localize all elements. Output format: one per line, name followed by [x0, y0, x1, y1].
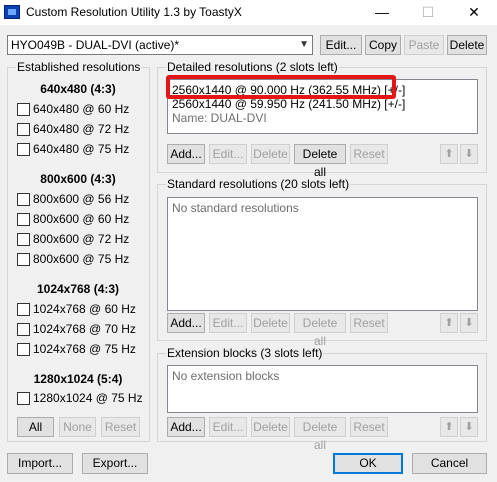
- import-button[interactable]: Import...: [7, 453, 73, 474]
- checkbox[interactable]: [17, 123, 30, 136]
- established-reset-button: Reset: [101, 417, 140, 437]
- detailed-delete-button: Delete: [251, 144, 290, 164]
- detailed-resolutions-title: Detailed resolutions (2 slots left): [166, 60, 339, 74]
- extension-blocks-group: Extension blocks (3 slots left) No exten…: [157, 346, 487, 452]
- detailed-edit-button: Edit...: [209, 144, 247, 164]
- checkbox[interactable]: [17, 392, 30, 405]
- delete-monitor-button[interactable]: Delete: [447, 35, 487, 55]
- monitor-select[interactable]: HYO049B - DUAL-DVI (active)* ▼: [7, 35, 313, 55]
- extension-delete-all-button: Delete all: [294, 417, 346, 452]
- extension-blocks-list[interactable]: No extension blocks: [167, 365, 478, 413]
- move-up-icon: ⬆: [440, 313, 458, 333]
- checkbox[interactable]: [17, 233, 30, 246]
- move-up-icon: ⬆: [440, 144, 458, 164]
- checkbox[interactable]: [17, 253, 30, 266]
- standard-add-button[interactable]: Add...: [167, 313, 205, 333]
- detailed-delete-all-button[interactable]: Delete all: [294, 144, 346, 179]
- standard-reset-button: Reset: [350, 313, 388, 333]
- edit-monitor-button[interactable]: Edit...: [320, 35, 362, 55]
- move-down-icon: ⬇: [460, 144, 478, 164]
- extension-edit-button: Edit...: [209, 417, 247, 437]
- extension-blocks-title: Extension blocks (3 slots left): [166, 346, 324, 360]
- detailed-reset-button: Reset: [350, 144, 388, 164]
- move-up-icon: ⬆: [440, 417, 458, 437]
- standard-delete-button: Delete: [251, 313, 290, 333]
- extension-delete-button: Delete: [251, 417, 290, 437]
- export-button[interactable]: Export...: [82, 453, 148, 474]
- standard-resolutions-list[interactable]: No standard resolutions: [167, 197, 478, 311]
- window-title: Custom Resolution Utility 1.3 by ToastyX: [26, 5, 242, 19]
- extension-add-button[interactable]: Add...: [167, 417, 205, 437]
- checkbox[interactable]: [17, 323, 30, 336]
- monitor-select-value: HYO049B - DUAL-DVI (active)*: [11, 38, 180, 52]
- copy-button[interactable]: Copy: [365, 35, 401, 55]
- standard-resolutions-group: Standard resolutions (20 slots left) No …: [157, 177, 487, 348]
- established-resolutions-title: Established resolutions: [16, 60, 142, 74]
- empty-list-text: No standard resolutions: [172, 201, 299, 215]
- paste-button: Paste: [404, 35, 444, 55]
- group-heading-640x480: 640x480 (4:3): [40, 82, 116, 96]
- group-heading-800x600: 800x600 (4:3): [40, 172, 116, 186]
- minimize-button[interactable]: —: [359, 0, 405, 25]
- cancel-button[interactable]: Cancel: [412, 453, 487, 474]
- select-all-button[interactable]: All: [17, 417, 54, 437]
- empty-list-text: No extension blocks: [172, 369, 280, 383]
- standard-delete-all-button: Delete all: [294, 313, 346, 348]
- group-heading-1024x768: 1024x768 (4:3): [36, 282, 120, 296]
- checkbox[interactable]: [17, 143, 30, 156]
- list-item[interactable]: Name: DUAL-DVI: [172, 111, 267, 125]
- ok-button[interactable]: OK: [333, 453, 403, 474]
- chevron-down-icon: ▼: [299, 39, 309, 50]
- checkbox[interactable]: [17, 213, 30, 226]
- detailed-add-button[interactable]: Add...: [167, 144, 205, 164]
- monitor-icon: [4, 5, 20, 19]
- extension-reset-button: Reset: [350, 417, 388, 437]
- checkbox[interactable]: [17, 103, 30, 116]
- checkbox[interactable]: [17, 303, 30, 316]
- move-down-icon: ⬇: [460, 313, 478, 333]
- highlight-annotation: [166, 75, 396, 99]
- list-item[interactable]: 2560x1440 @ 59.950 Hz (241.50 MHz) [+/-]: [172, 97, 405, 111]
- select-none-button: None: [59, 417, 96, 437]
- standard-resolutions-title: Standard resolutions (20 slots left): [166, 177, 351, 191]
- standard-edit-button: Edit...: [209, 313, 247, 333]
- group-heading-1280x1024: 1280x1024 (5:4): [33, 372, 123, 386]
- close-button[interactable]: ✕: [451, 0, 497, 25]
- maximize-button: ☐: [421, 4, 435, 20]
- title-bar: Custom Resolution Utility 1.3 by ToastyX…: [0, 0, 497, 25]
- checkbox[interactable]: [17, 343, 30, 356]
- move-down-icon: ⬇: [460, 417, 478, 437]
- established-resolutions-group: Established resolutions 640x480 (4:3) 64…: [7, 60, 150, 442]
- checkbox[interactable]: [17, 193, 30, 206]
